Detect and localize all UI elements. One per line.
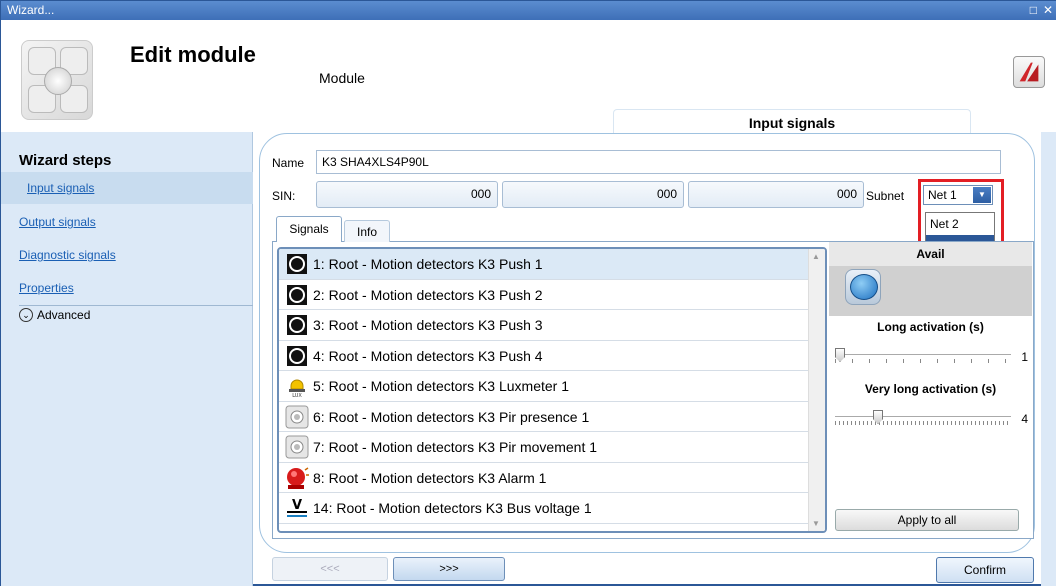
signal-row[interactable]: 2: Root - Motion detectors K3 Push 2 <box>279 280 825 310</box>
signal-label: 6: Root - Motion detectors K3 Pir presen… <box>313 408 590 425</box>
module-image <box>21 40 93 120</box>
signal-row[interactable]: 6: Root - Motion detectors K3 Pir presen… <box>279 402 825 432</box>
sidebar-item-properties[interactable]: Properties <box>19 272 253 304</box>
signal-row[interactable]: 3: Root - Motion detectors K3 Push 3 <box>279 310 825 341</box>
advanced-label: Advanced <box>37 308 91 322</box>
long-activation-label: Long activation (s) <box>877 320 984 334</box>
sidebar-item-input-signals[interactable]: Input signals <box>1 172 253 204</box>
tab-info[interactable]: Info <box>344 220 390 242</box>
module-sensor-icon <box>44 67 72 95</box>
name-label: Name <box>272 156 305 170</box>
signal-row[interactable]: 7: Root - Motion detectors K3 Pir moveme… <box>279 432 825 463</box>
very-long-activation-value: 4 <box>1021 412 1028 426</box>
scroll-down-icon[interactable]: ▼ <box>812 519 820 528</box>
sidebar-title: Wizard steps <box>19 152 112 169</box>
available-panel: Avail Long activation (s) 1 Very long ac… <box>829 242 1032 538</box>
signal-label: 4: Root - Motion detectors K3 Push 4 <box>313 347 543 364</box>
subnet-label: Subnet <box>866 189 905 203</box>
sin-field-3[interactable]: 000 <box>688 181 864 208</box>
app-logo-icon <box>1013 56 1045 88</box>
signals-scrollbar[interactable]: ▲ ▼ <box>808 249 825 531</box>
push-button-icon <box>285 313 309 337</box>
sidebar-item-output-signals[interactable]: Output signals <box>19 206 253 238</box>
page-subtitle: Module <box>319 70 365 86</box>
apply-to-all-button[interactable]: Apply to all <box>835 509 1019 531</box>
signal-label: 2: Root - Motion detectors K3 Push 2 <box>313 286 543 303</box>
signals-list: 1: Root - Motion detectors K3 Push 1 2: R… <box>277 247 827 533</box>
chevron-down-icon: ⌄ <box>19 308 33 322</box>
long-activation-value: 1 <box>1021 350 1028 364</box>
push-button-icon <box>285 344 309 368</box>
very-long-activation-label: Very long activation (s) <box>864 382 997 396</box>
voltage-icon: V <box>285 496 309 520</box>
pir-sensor-icon <box>285 405 309 429</box>
push-button-icon <box>285 283 309 307</box>
window-title: Wizard... <box>7 3 55 17</box>
long-activation-slider[interactable] <box>835 348 1011 363</box>
signal-row[interactable]: 4: Root - Motion detectors K3 Push 4 <box>279 341 825 371</box>
very-long-activation-slider[interactable] <box>835 410 1011 425</box>
luxmeter-icon: LUX <box>285 374 309 399</box>
svg-text:LUX: LUX <box>292 393 302 398</box>
sidebar-divider <box>19 305 253 306</box>
previous-button[interactable]: <<< <box>272 557 388 581</box>
maximize-icon[interactable]: □ <box>1030 1 1037 20</box>
signal-label: 7: Root - Motion detectors K3 Pir moveme… <box>313 439 598 455</box>
section-tab-input-signals: Input signals <box>613 109 971 135</box>
sidebar: Wizard steps Input signals Output signal… <box>1 132 253 586</box>
sin-field-1[interactable]: 000 <box>316 181 498 208</box>
tab-signals[interactable]: Signals <box>276 216 342 242</box>
available-header: Avail <box>829 242 1032 266</box>
svg-text:V: V <box>292 498 302 513</box>
push-button-icon <box>285 252 309 276</box>
name-field[interactable]: K3 SHA4XLS4P90L <box>316 150 1001 174</box>
scroll-up-icon[interactable]: ▲ <box>812 252 820 261</box>
alarm-icon <box>285 466 309 490</box>
next-button[interactable]: >>> <box>393 557 505 581</box>
confirm-button[interactable]: Confirm <box>936 557 1034 583</box>
advanced-toggle[interactable]: ⌄ Advanced <box>19 308 90 322</box>
sidebar-item-diagnostic-signals[interactable]: Diagnostic signals <box>19 239 253 271</box>
wizard-window: Wizard... □ ✕ Edit module Module Input s… <box>0 0 1056 586</box>
signal-row[interactable]: 8: Root - Motion detectors K3 Alarm 1 <box>279 463 825 493</box>
sin-field-2[interactable]: 000 <box>502 181 684 208</box>
right-edge <box>1041 132 1056 586</box>
signal-label: 1: Root - Motion detectors K3 Push 1 <box>313 256 543 272</box>
sin-label: SIN: <box>272 189 296 203</box>
close-icon[interactable]: ✕ <box>1043 1 1053 20</box>
page-title: Edit module <box>130 42 256 67</box>
push-button-icon[interactable] <box>845 269 881 305</box>
signal-label: 8: Root - Motion detectors K3 Alarm 1 <box>313 469 547 486</box>
signal-row[interactable]: LUX 5: Root - Motion detectors K3 Luxmete… <box>279 371 825 402</box>
signal-label: 5: Root - Motion detectors K3 Luxmeter 1 <box>313 378 570 394</box>
pir-sensor-icon <box>285 435 309 459</box>
signal-label: 3: Root - Motion detectors K3 Push 3 <box>313 317 543 333</box>
signal-row[interactable]: V 14: Root - Motion detectors K3 Bus volt… <box>279 493 825 524</box>
signal-row[interactable]: 1: Root - Motion detectors K3 Push 1 <box>279 249 825 280</box>
title-bar: Wizard... □ ✕ <box>1 1 1056 20</box>
signal-label: 14: Root - Motion detectors K3 Bus volta… <box>313 500 592 516</box>
